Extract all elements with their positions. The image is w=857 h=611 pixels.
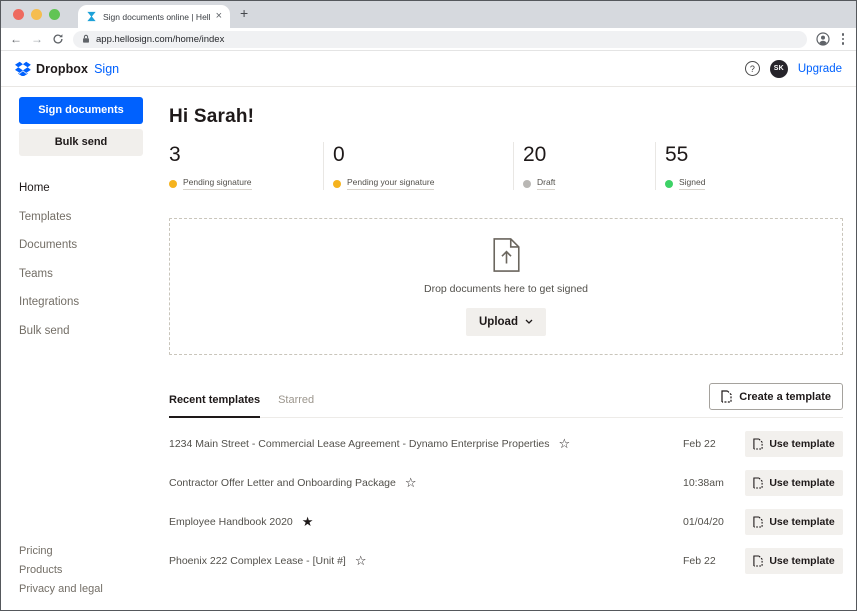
template-list: 1234 Main Street - Commercial Lease Agre… (169, 424, 843, 580)
hellosign-favicon-icon (86, 11, 97, 22)
stats-row: 3 Pending signature 0 Pending your signa… (169, 142, 843, 190)
stat-signed: 55 Signed (655, 142, 843, 190)
bulk-send-button[interactable]: Bulk send (19, 129, 143, 156)
template-date: 01/04/20 (683, 516, 745, 528)
close-window-button[interactable] (13, 9, 24, 20)
template-name[interactable]: Contractor Offer Letter and Onboarding P… (169, 477, 396, 489)
stat-label[interactable]: Draft (537, 177, 555, 190)
sidebar: Sign documents Bulk send Home Templates … (1, 87, 159, 609)
browser-tab[interactable]: Sign documents online | Hell × (78, 5, 230, 28)
help-icon[interactable]: ? (745, 61, 760, 76)
tab-starred[interactable]: Starred (278, 394, 314, 417)
status-dot-green (665, 180, 673, 188)
use-template-button[interactable]: Use template (745, 548, 843, 574)
sidebar-item-bulk-send[interactable]: Bulk send (19, 325, 159, 337)
upgrade-link[interactable]: Upgrade (798, 63, 842, 75)
status-dot-yellow (333, 180, 341, 188)
use-template-button[interactable]: Use template (745, 509, 843, 535)
browser-menu-icon[interactable] (839, 33, 848, 45)
tab-title: Sign documents online | Hell (103, 12, 210, 22)
sidebar-item-documents[interactable]: Documents (19, 239, 159, 251)
sidebar-item-home[interactable]: Home (19, 182, 159, 194)
forward-icon[interactable]: → (31, 33, 43, 45)
reload-icon[interactable] (52, 33, 64, 45)
stat-label[interactable]: Pending your signature (347, 177, 434, 190)
stat-value: 3 (169, 143, 323, 167)
stat-label[interactable]: Signed (679, 177, 705, 190)
pricing-link[interactable]: Pricing (19, 545, 103, 557)
template-page-icon (753, 477, 763, 489)
stat-value: 0 (333, 143, 513, 167)
template-name[interactable]: Employee Handbook 2020 (169, 516, 293, 528)
star-outline-icon[interactable]: ☆ (355, 554, 367, 567)
browser-window: Sign documents online | Hell × + ← → app… (0, 0, 857, 611)
use-template-button[interactable]: Use template (745, 431, 843, 457)
url-text: app.hellosign.com/home/index (96, 34, 224, 45)
products-link[interactable]: Products (19, 564, 103, 576)
chevron-down-icon (525, 319, 533, 324)
address-bar[interactable]: app.hellosign.com/home/index (73, 31, 807, 48)
star-filled-icon[interactable]: ★ (302, 515, 314, 528)
use-template-button[interactable]: Use template (745, 470, 843, 496)
stat-value: 20 (523, 143, 655, 167)
main-content: Hi Sarah! 3 Pending signature 0 Pending … (159, 87, 856, 609)
back-icon[interactable]: ← (10, 33, 22, 45)
upload-button[interactable]: Upload (466, 308, 546, 336)
stat-label[interactable]: Pending signature (183, 177, 252, 190)
templates-header: Recent templates Starred Create a templa… (169, 383, 843, 418)
document-dropzone[interactable]: Drop documents here to get signed Upload (169, 218, 843, 355)
star-outline-icon[interactable]: ☆ (559, 437, 571, 450)
app-header: Dropbox Sign ? SK Upgrade (1, 51, 856, 87)
template-date: Feb 22 (683, 555, 745, 567)
template-date: Feb 22 (683, 438, 745, 450)
template-date: 10:38am (683, 477, 745, 489)
browser-tab-strip: Sign documents online | Hell × + (1, 1, 856, 28)
create-template-button[interactable]: Create a template (709, 383, 843, 410)
sidebar-item-integrations[interactable]: Integrations (19, 296, 159, 308)
template-page-icon (753, 516, 763, 528)
template-row: Contractor Offer Letter and Onboarding P… (169, 463, 843, 502)
status-dot-gray (523, 180, 531, 188)
sign-documents-button[interactable]: Sign documents (19, 97, 143, 124)
page-title: Hi Sarah! (169, 106, 843, 128)
template-page-icon (721, 390, 732, 403)
sidebar-item-teams[interactable]: Teams (19, 268, 159, 280)
status-dot-yellow (169, 180, 177, 188)
logo-sign-text: Sign (94, 62, 119, 76)
dropbox-glyph-icon (15, 61, 31, 76)
stat-pending-your-signature: 0 Pending your signature (323, 142, 513, 190)
sidebar-item-templates[interactable]: Templates (19, 211, 159, 223)
stat-value: 55 (665, 143, 843, 167)
zoom-window-button[interactable] (49, 9, 60, 20)
browser-profile-icon[interactable] (816, 32, 830, 46)
tab-recent-templates[interactable]: Recent templates (169, 394, 260, 418)
minimize-window-button[interactable] (31, 9, 42, 20)
browser-toolbar: ← → app.hellosign.com/home/index (1, 28, 856, 51)
upload-document-icon (493, 238, 520, 272)
template-row: Phoenix 222 Complex Lease - [Unit #] ☆ F… (169, 541, 843, 580)
lock-icon (82, 34, 90, 44)
star-outline-icon[interactable]: ☆ (405, 476, 417, 489)
window-controls (13, 9, 60, 20)
template-page-icon (753, 438, 763, 450)
template-name[interactable]: Phoenix 222 Complex Lease - [Unit #] (169, 555, 346, 567)
sidebar-nav: Home Templates Documents Teams Integrati… (19, 182, 159, 337)
privacy-legal-link[interactable]: Privacy and legal (19, 583, 103, 595)
logo-dropbox-text: Dropbox (36, 62, 88, 76)
dropbox-sign-logo[interactable]: Dropbox Sign (15, 61, 119, 76)
avatar[interactable]: SK (770, 60, 788, 78)
template-row: 1234 Main Street - Commercial Lease Agre… (169, 424, 843, 463)
new-tab-button[interactable]: + (240, 5, 248, 21)
dropzone-text: Drop documents here to get signed (424, 283, 588, 295)
template-page-icon (753, 555, 763, 567)
stat-draft: 20 Draft (513, 142, 655, 190)
template-name[interactable]: 1234 Main Street - Commercial Lease Agre… (169, 438, 550, 450)
sidebar-footer: Pricing Products Privacy and legal (19, 538, 103, 595)
stat-pending-signature: 3 Pending signature (169, 142, 323, 190)
template-row: Employee Handbook 2020 ★ 01/04/20 Use te… (169, 502, 843, 541)
tab-close-icon[interactable]: × (216, 11, 222, 22)
